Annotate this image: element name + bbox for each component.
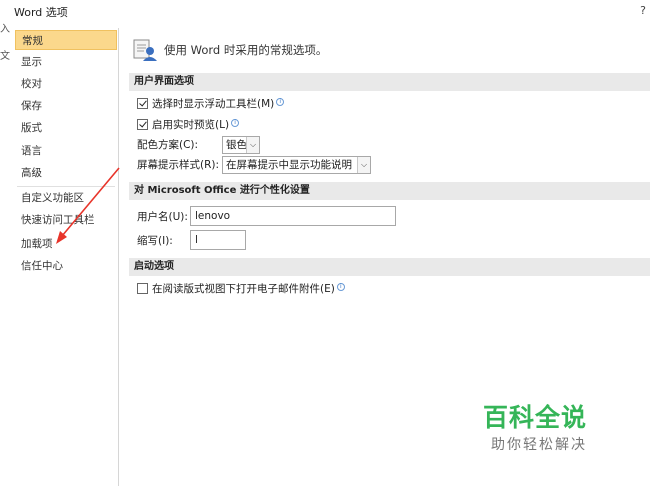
mini-toolbar-checkbox[interactable] (137, 97, 148, 109)
color-scheme-value: 银色 (226, 139, 247, 151)
sidebar-item-customize-ribbon[interactable]: 自定义功能区 (15, 188, 117, 208)
mini-toolbar-label: 选择时显示浮动工具栏(M) (152, 98, 275, 110)
info-icon: i (336, 282, 345, 291)
live-preview-checkbox[interactable] (137, 118, 148, 130)
options-category-sidebar: 常规 显示 校对 保存 版式 语言 高级 自定义功能区 快速访问工具栏 加载项 … (13, 28, 119, 486)
watermark-logo: 百科全说 助你轻松解决 (483, 398, 613, 458)
info-icon: i (276, 97, 285, 106)
sidebar-item-trust-center[interactable]: 信任中心 (15, 256, 117, 276)
sidebar-item-quick-access-toolbar[interactable]: 快速访问工具栏 (15, 210, 117, 230)
sidebar-divider (17, 186, 115, 187)
sidebar-item-display[interactable]: 显示 (15, 52, 117, 72)
initials-label: 缩写(I): (137, 235, 173, 247)
live-preview-label: 启用实时预览(L) (152, 119, 230, 131)
option-live-preview[interactable]: 启用实时预览(L) i (137, 116, 240, 134)
section-heading-personalize: 对 Microsoft Office 进行个性化设置 (129, 182, 650, 200)
dialog-title: Word 选项 (14, 6, 68, 19)
screentip-style-value: 在屏幕提示中显示功能说明 (226, 159, 352, 171)
general-options-icon (133, 39, 157, 61)
initials-input[interactable]: l (190, 230, 246, 250)
screentip-style-select[interactable]: 在屏幕提示中显示功能说明 ⌵ (222, 156, 371, 174)
sidebar-item-save[interactable]: 保存 (15, 96, 117, 116)
panel-header-text: 使用 Word 时采用的常规选项。 (164, 43, 328, 57)
option-show-mini-toolbar[interactable]: 选择时显示浮动工具栏(M) i (137, 95, 285, 113)
reading-layout-label: 在阅读版式视图下打开电子邮件附件(E) (152, 283, 335, 295)
background-text-fragment: 文 (0, 51, 10, 62)
help-button[interactable]: ? (640, 4, 646, 17)
background-text-fragment: 入 (0, 24, 10, 35)
color-scheme-label: 配色方案(C): (137, 139, 199, 151)
watermark-main-text: 百科全说 (483, 403, 588, 432)
username-label: 用户名(U): (137, 211, 188, 223)
sidebar-item-add-ins[interactable]: 加载项 (15, 234, 117, 254)
sidebar-item-proofing[interactable]: 校对 (15, 74, 117, 94)
reading-layout-checkbox[interactable] (137, 282, 148, 294)
section-heading-ui-options: 用户界面选项 (129, 73, 650, 91)
chevron-down-icon: ⌵ (357, 157, 370, 173)
username-input[interactable]: lenovo (190, 206, 396, 226)
info-icon: i (231, 118, 240, 127)
dialog-title-bar: Word 选项 ? (0, 0, 650, 24)
chevron-down-icon: ⌵ (246, 137, 259, 153)
watermark-sub-text: 助你轻松解决 (491, 437, 587, 453)
sidebar-item-general[interactable]: 常规 (15, 30, 117, 50)
screentip-style-label: 屏幕提示样式(R): (137, 159, 220, 171)
color-scheme-select[interactable]: 银色 ⌵ (222, 136, 260, 154)
sidebar-item-layout[interactable]: 版式 (15, 118, 117, 138)
sidebar-item-advanced[interactable]: 高级 (15, 163, 117, 183)
section-heading-startup: 启动选项 (129, 258, 650, 276)
sidebar-item-language[interactable]: 语言 (15, 141, 117, 161)
option-reading-layout[interactable]: 在阅读版式视图下打开电子邮件附件(E) i (137, 280, 345, 298)
